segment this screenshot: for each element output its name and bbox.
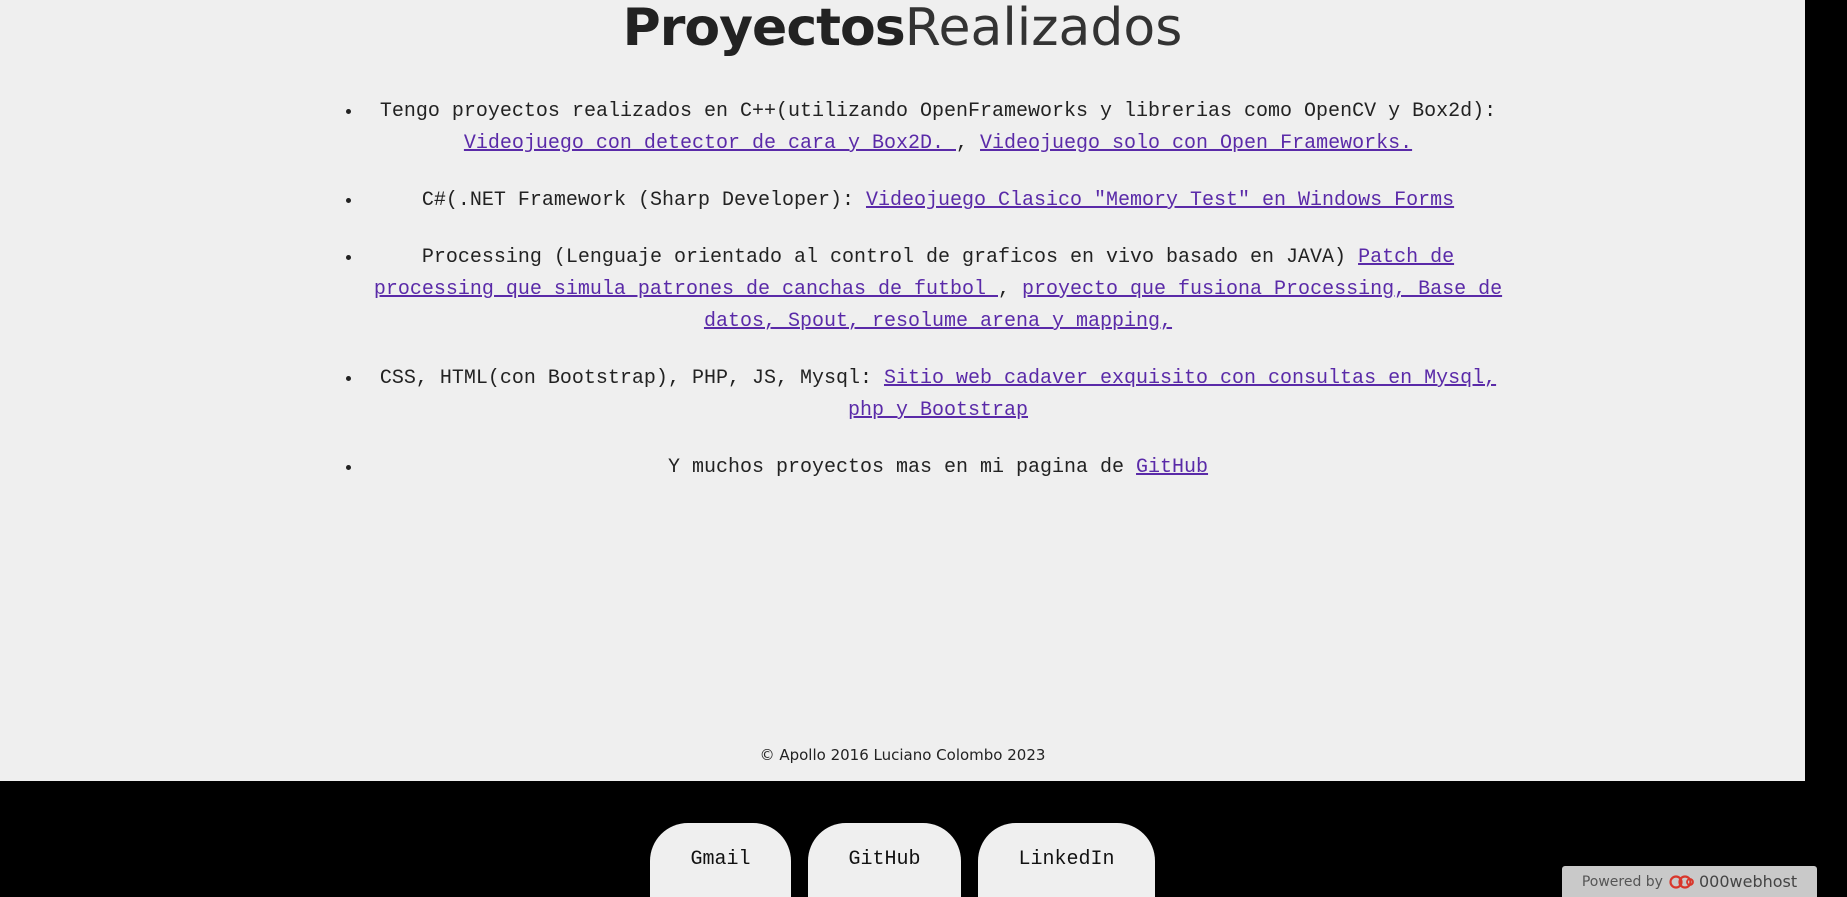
copyright-text: © Apollo 2016 Luciano Colombo 2023	[759, 746, 1046, 764]
brand-name: 000webhost	[1698, 872, 1798, 891]
list-item: Y muchos proyectos mas en mi pagina de G…	[363, 452, 1513, 484]
project-link[interactable]: Sitio web cadaver exquisito con consulta…	[848, 367, 1496, 422]
list-item: C#(.NET Framework (Sharp Developer): Vid…	[363, 185, 1513, 217]
list-item: Tengo proyectos realizados en C++(utiliz…	[363, 96, 1513, 160]
list-item: CSS, HTML(con Bootstrap), PHP, JS, Mysql…	[363, 363, 1513, 427]
project-text: CSS, HTML(con Bootstrap), PHP, JS, Mysql…	[379, 367, 884, 390]
github-button[interactable]: GitHub	[808, 823, 961, 897]
project-text: C#(.NET Framework (Sharp Developer):	[421, 189, 866, 212]
project-link[interactable]: Videojuego solo con Open Frameworks.	[980, 132, 1412, 155]
brand-logo: 000webhost	[1669, 872, 1797, 891]
page-title-bold: Proyectos	[622, 0, 906, 58]
project-text: Y muchos proyectos mas en mi pagina de	[667, 456, 1137, 479]
powered-by-badge[interactable]: Powered by 000webhost	[1562, 866, 1817, 897]
project-text: Processing (Lenguaje orientado al contro…	[421, 246, 1359, 269]
link-separator: ,	[998, 278, 1023, 301]
gmail-button[interactable]: Gmail	[650, 823, 791, 897]
page-content: ProyectosRealizados Tengo proyectos real…	[0, 0, 1805, 781]
000webhost-logo-icon	[1669, 874, 1694, 889]
linkedin-button[interactable]: LinkedIn	[978, 823, 1155, 897]
project-text: Tengo proyectos realizados en C++(utiliz…	[379, 100, 1497, 123]
page-title: ProyectosRealizados	[0, 0, 1805, 56]
project-link[interactable]: Videojuego Clasico "Memory Test" en Wind…	[866, 189, 1454, 212]
project-link[interactable]: Videojuego con detector de cara y Box2D.	[464, 132, 956, 155]
page-title-light: Realizados	[904, 0, 1183, 58]
github-link[interactable]: GitHub	[1136, 456, 1208, 479]
list-item: Processing (Lenguaje orientado al contro…	[363, 242, 1513, 338]
projects-list: Tengo proyectos realizados en C++(utiliz…	[340, 96, 1513, 509]
link-separator: ,	[956, 132, 981, 155]
powered-by-label: Powered by	[1581, 873, 1663, 890]
